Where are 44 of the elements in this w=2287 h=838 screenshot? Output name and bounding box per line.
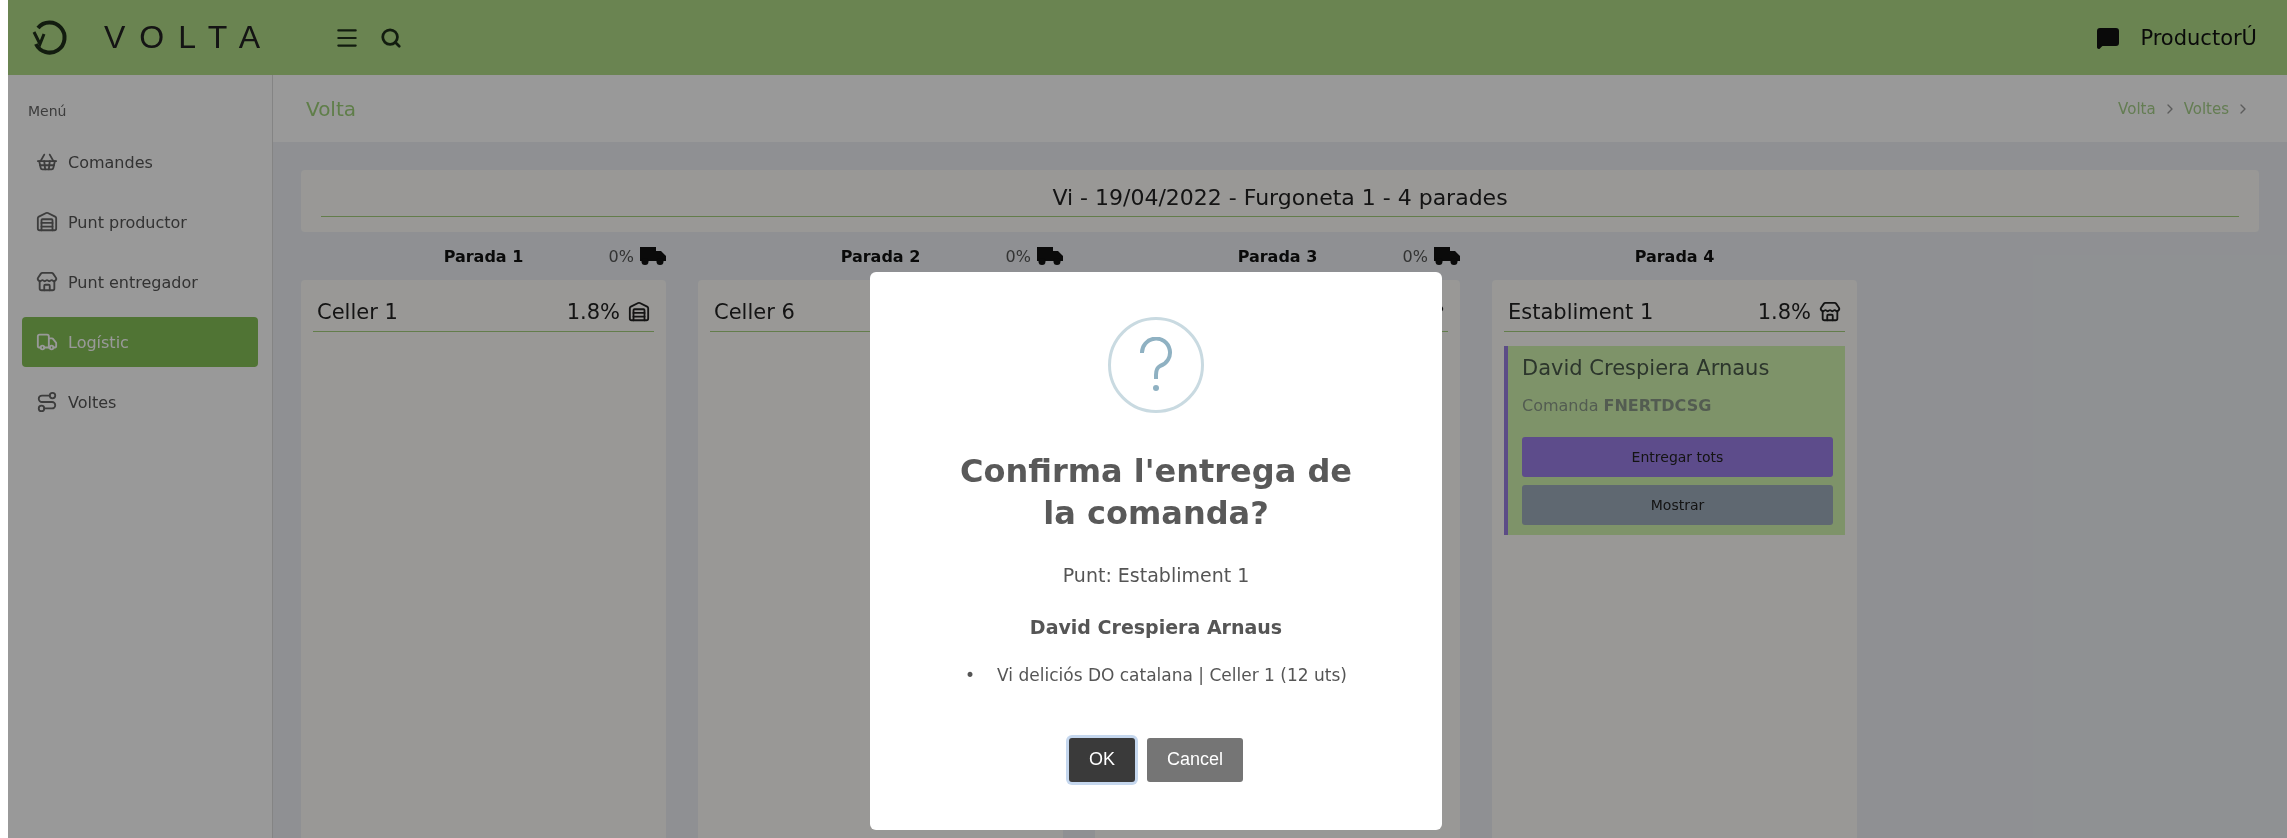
chat-icon[interactable] bbox=[2096, 25, 2121, 50]
product-item: Vi deliciós DO catalana | Celler 1 (12 uts) bbox=[997, 664, 1347, 688]
customer-name: David Crespiera Arnaus bbox=[1029, 616, 1283, 639]
logo-text: VOLTA bbox=[104, 19, 275, 56]
show-button[interactable]: Mostrar bbox=[1522, 485, 1833, 525]
bullet: • bbox=[965, 664, 976, 688]
column-percent: 1.8% bbox=[1757, 299, 1811, 324]
cancel-button[interactable]: Cancel bbox=[1147, 738, 1243, 782]
point-text: Punt: Establiment 1 bbox=[1062, 564, 1250, 587]
stop-percent: 0% bbox=[1402, 246, 1428, 266]
route-icon bbox=[36, 391, 58, 413]
stop-percent: 0% bbox=[608, 246, 634, 266]
truck-icon bbox=[640, 247, 666, 265]
dialog-title: Confirma l'entrega de la comanda? bbox=[958, 451, 1354, 534]
truck-icon bbox=[1434, 247, 1460, 265]
deliver-button[interactable]: Entregar tots bbox=[1522, 437, 1833, 477]
page-title: Volta bbox=[306, 96, 357, 121]
store-icon bbox=[1819, 300, 1841, 323]
stop-label: Parada 4 bbox=[1634, 246, 1715, 266]
truck-icon bbox=[1037, 247, 1063, 265]
stop-percent: 0% bbox=[1005, 246, 1031, 266]
question-icon bbox=[1108, 317, 1204, 413]
ok-button[interactable]: OK bbox=[1068, 738, 1135, 782]
sidebar-item[interactable]: Voltes bbox=[22, 377, 258, 427]
customer-name: David Crespiera Arnaus bbox=[1522, 356, 1771, 380]
column-percent: 1.8% bbox=[566, 299, 620, 324]
stop-label: Parada 1 bbox=[443, 246, 524, 266]
route-title: Vi - 19/04/2022 - Furgoneta 1 - 4 parades bbox=[321, 185, 2239, 217]
basket-icon bbox=[36, 151, 58, 173]
column-title: Establiment 1 bbox=[1508, 299, 1654, 324]
sidebar-item[interactable]: Punt entregador bbox=[22, 257, 258, 307]
column-title: Celler 1 bbox=[317, 299, 398, 324]
truck-icon bbox=[36, 331, 58, 353]
warehouse-icon bbox=[36, 211, 58, 233]
warehouse-icon bbox=[628, 300, 650, 323]
search-icon[interactable] bbox=[380, 26, 403, 49]
menu-heading: Menú bbox=[28, 103, 68, 119]
store-icon bbox=[36, 271, 58, 293]
sidebar-item[interactable]: Comandes bbox=[22, 137, 258, 187]
sidebar-item[interactable]: Punt productor bbox=[22, 197, 258, 247]
user-name[interactable]: ProductorÚ bbox=[2140, 25, 2257, 50]
column-title: Celler 6 bbox=[714, 299, 795, 324]
stop-label: Parada 3 bbox=[1237, 246, 1318, 266]
stop-label: Parada 2 bbox=[840, 246, 921, 266]
